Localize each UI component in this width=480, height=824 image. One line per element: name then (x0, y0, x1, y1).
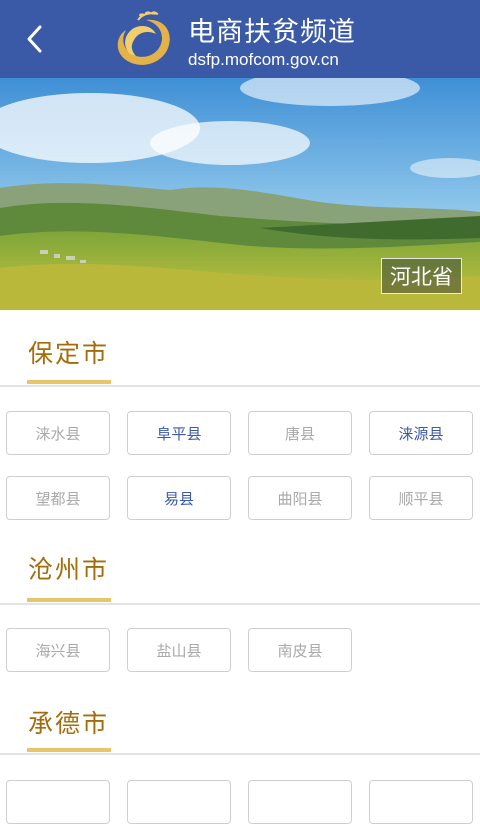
city-title-underline (27, 598, 111, 602)
app-header: 电商扶贫频道 dsfp.mofcom.gov.cn (0, 0, 480, 78)
county-button[interactable] (248, 780, 352, 824)
county-button[interactable]: 曲阳县 (248, 476, 352, 520)
county-button[interactable]: 阜平县 (127, 411, 231, 455)
city-section: 沧州市 海兴县 盐山县 南皮县 (0, 540, 480, 690)
county-button[interactable] (369, 780, 473, 824)
city-title: 承德市 (28, 709, 110, 738)
section-divider (0, 385, 480, 387)
county-button[interactable]: 涞水县 (6, 411, 110, 455)
city-title-underline (27, 380, 111, 384)
county-button[interactable]: 海兴县 (6, 628, 110, 672)
site-url: dsfp.mofcom.gov.cn (188, 50, 339, 69)
province-banner: 河北省 (0, 78, 480, 310)
county-button[interactable]: 涞源县 (369, 411, 473, 455)
county-button[interactable]: 南皮县 (248, 628, 352, 672)
city-title: 保定市 (28, 339, 110, 368)
back-button[interactable] (18, 22, 50, 56)
county-button[interactable]: 易县 (127, 476, 231, 520)
county-button[interactable]: 望都县 (6, 476, 110, 520)
section-divider (0, 753, 480, 755)
section-divider (0, 603, 480, 605)
city-title-underline (27, 748, 111, 752)
city-section: 保定市 涞水县 阜平县 唐县 涞源县 望都县 易县 曲阳县 顺平县 (0, 310, 480, 550)
city-title: 沧州市 (28, 555, 110, 584)
province-label: 河北省 (381, 258, 462, 294)
county-button[interactable]: 顺平县 (369, 476, 473, 520)
chevron-left-icon (27, 25, 42, 53)
site-title: 电商扶贫频道 (188, 17, 356, 48)
county-button[interactable] (127, 780, 231, 824)
site-logo (117, 11, 170, 65)
county-button[interactable] (6, 780, 110, 824)
county-button[interactable]: 盐山县 (127, 628, 231, 672)
city-section: 承德市 (0, 690, 480, 824)
county-button[interactable]: 唐县 (248, 411, 352, 455)
